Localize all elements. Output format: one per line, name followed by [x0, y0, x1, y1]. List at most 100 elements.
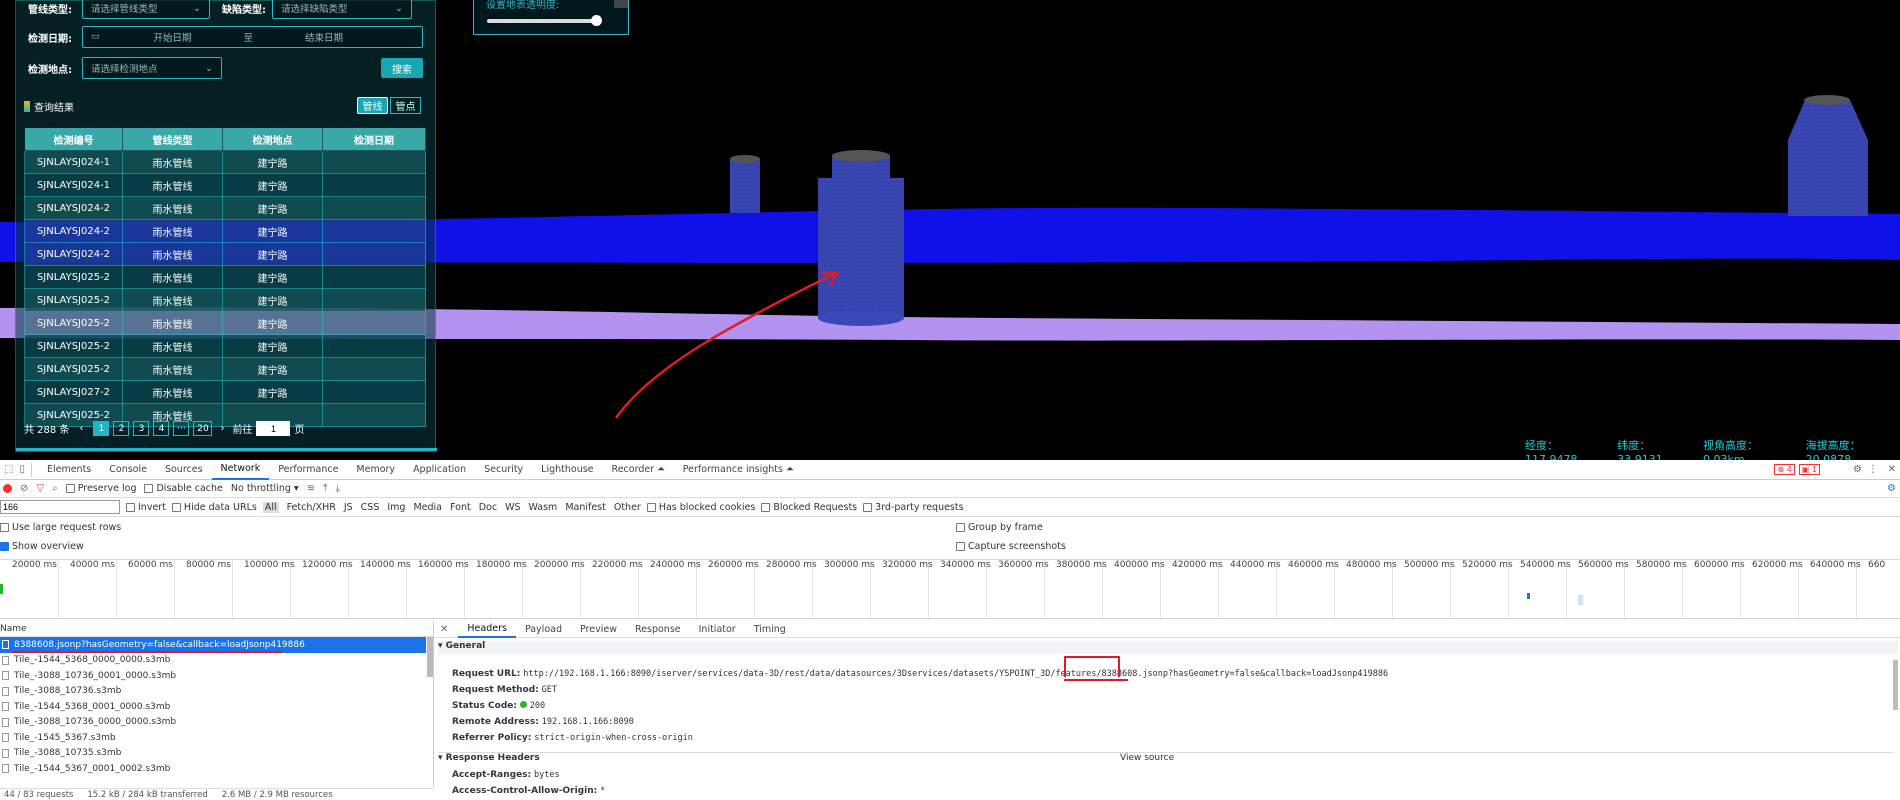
request-row[interactable]: Tile_-3088_10736_0000_0000.s3mb	[0, 715, 426, 731]
request-row[interactable]: Tile_-3088_10735.s3mb	[0, 746, 426, 762]
detail-tab-response[interactable]: Response	[626, 624, 690, 635]
blocked-cookies-checkbox[interactable]: Has blocked cookies	[646, 502, 755, 513]
warning-count-badge[interactable]: ▣ 1	[1798, 464, 1820, 475]
device-toggle-icon[interactable]: ▯	[19, 464, 25, 475]
overlay-close-corner[interactable]	[614, 0, 628, 8]
page-2[interactable]: 2	[113, 421, 130, 436]
preserve-log-checkbox[interactable]: Preserve log	[65, 483, 136, 494]
settings-gear-icon[interactable]: ⚙	[1853, 464, 1862, 475]
devtools-tab-lighthouse[interactable]: Lighthouse	[532, 464, 602, 475]
request-row[interactable]: Tile_-3088_10736.s3mb	[0, 684, 426, 700]
detail-tab-initiator[interactable]: Initiator	[690, 624, 745, 635]
devtools-tab-sources[interactable]: Sources	[156, 464, 212, 475]
transparency-slider-handle[interactable]	[591, 15, 602, 26]
hide-data-urls-checkbox[interactable]: Hide data URLs	[171, 502, 257, 513]
general-section-header[interactable]: ▾ General	[438, 641, 1898, 654]
page-ellipsis[interactable]: ···	[173, 421, 190, 436]
col-header-id[interactable]: 检测编号	[24, 127, 123, 151]
request-row[interactable]: Tile_-1545_5367.s3mb	[0, 730, 426, 746]
defect-type-select[interactable]: 请选择缺陷类型 ⌄	[272, 0, 412, 19]
request-row[interactable]: Tile_-3088_10736_0001_0000.s3mb	[0, 668, 426, 684]
throttling-select[interactable]: No throttling ▾	[231, 483, 299, 494]
location-select[interactable]: 请选择检测地点 ⌄	[82, 57, 222, 79]
toggle-point-button[interactable]: 管点	[390, 97, 421, 114]
page-20[interactable]: 20	[193, 421, 213, 436]
third-party-checkbox[interactable]: 3rd-party requests	[863, 502, 964, 513]
error-count-badge[interactable]: ⊗ 4	[1774, 464, 1795, 475]
type-filter-media[interactable]: Media	[413, 502, 442, 513]
table-row[interactable]: SJNLAYSJ024-1 雨水管线 建宁路	[24, 173, 426, 197]
next-page-icon[interactable]: ›	[220, 423, 224, 434]
type-filter-all[interactable]: All	[262, 501, 279, 513]
detail-tab-payload[interactable]: Payload	[516, 624, 571, 635]
search-icon[interactable]: ⌕	[52, 483, 58, 494]
col-header-pipe-type[interactable]: 管线类型	[122, 127, 223, 151]
toggle-pipeline-button[interactable]: 管线	[357, 97, 388, 114]
clear-icon[interactable]: ⊘	[20, 483, 28, 494]
devtools-tab-performance[interactable]: Performance	[269, 464, 347, 475]
details-scrollbar[interactable]	[1893, 660, 1898, 710]
export-har-icon[interactable]: ⤓	[335, 483, 339, 494]
table-row[interactable]: SJNLAYSJ025-2 雨水管线 建宁路	[24, 288, 426, 312]
blocked-requests-checkbox[interactable]: Blocked Requests	[761, 502, 857, 513]
type-filter-js[interactable]: JS	[344, 502, 353, 513]
prev-page-icon[interactable]: ‹	[79, 423, 83, 434]
devtools-tab-security[interactable]: Security	[475, 464, 532, 475]
col-header-location[interactable]: 检测地点	[222, 127, 323, 151]
col-header-date[interactable]: 检测日期	[322, 127, 426, 151]
table-row[interactable]: SJNLAYSJ027-2 雨水管线 建宁路	[24, 380, 426, 404]
table-row[interactable]: SJNLAYSJ024-2 雨水管线 建宁路	[24, 219, 426, 243]
page-3[interactable]: 3	[133, 421, 150, 436]
request-row[interactable]: Tile_-1544_5368_0001_0000.s3mb	[0, 699, 426, 715]
table-row[interactable]: SJNLAYSJ024-2 雨水管线 建宁路	[24, 196, 426, 220]
page-4[interactable]: 4	[153, 421, 170, 436]
devtools-tab-network[interactable]: Network	[211, 460, 270, 480]
search-button[interactable]: 搜索	[381, 58, 423, 78]
table-row[interactable]: SJNLAYSJ025-2 雨水管线 建宁路	[24, 311, 426, 335]
devtools-tab-console[interactable]: Console	[100, 464, 156, 475]
network-conditions-icon[interactable]: ≋	[307, 483, 315, 494]
close-details-icon[interactable]: ✕	[440, 624, 448, 635]
filter-input[interactable]	[0, 500, 120, 514]
disable-cache-checkbox[interactable]: Disable cache	[144, 483, 223, 494]
type-filter-img[interactable]: Img	[387, 502, 405, 513]
devtools-tab-memory[interactable]: Memory	[347, 464, 404, 475]
request-row[interactable]: Tile_-1544_5367_0001_0002.s3mb	[0, 761, 426, 777]
record-icon[interactable]	[3, 484, 12, 493]
devtools-tab-performance-insights[interactable]: Performance insights ⏶	[674, 464, 803, 475]
devtools-settings-icon[interactable]: ⚙	[1887, 483, 1896, 494]
close-devtools-icon[interactable]: ✕	[1888, 464, 1896, 475]
capture-screenshots-checkbox[interactable]: Capture screenshots	[956, 541, 1066, 552]
table-row[interactable]: SJNLAYSJ025-2 雨水管线 建宁路	[24, 357, 426, 381]
group-by-frame-checkbox[interactable]: Group by frame	[956, 522, 1043, 533]
request-list-scrollbar[interactable]	[427, 637, 433, 677]
type-filter-fetch-xhr[interactable]: Fetch/XHR	[287, 502, 336, 513]
type-filter-other[interactable]: Other	[614, 502, 641, 513]
request-row[interactable]: Tile_-1544_5368_0000_0000.s3mb	[0, 653, 426, 669]
view-source-link[interactable]: View source	[1120, 753, 1174, 763]
type-filter-wasm[interactable]: Wasm	[529, 502, 558, 513]
detail-tab-preview[interactable]: Preview	[571, 624, 626, 635]
transparency-slider[interactable]	[487, 19, 597, 23]
goto-page-input[interactable]	[256, 421, 291, 436]
devtools-tab-application[interactable]: Application	[404, 464, 475, 475]
devtools-tab-recorder[interactable]: Recorder ⏶	[603, 464, 674, 475]
type-filter-doc[interactable]: Doc	[479, 502, 497, 513]
panel-scrollbar[interactable]	[16, 448, 437, 451]
date-range-picker[interactable]: ▭ 开始日期 至 结束日期	[82, 26, 423, 48]
detail-tab-timing[interactable]: Timing	[745, 624, 795, 635]
devtools-tab-elements[interactable]: Elements	[38, 464, 100, 475]
more-menu-icon[interactable]: ⋮	[1868, 464, 1878, 475]
type-filter-manifest[interactable]: Manifest	[565, 502, 606, 513]
table-row[interactable]: SJNLAYSJ025-2 雨水管线 建宁路	[24, 265, 426, 289]
table-row[interactable]: SJNLAYSJ025-2 雨水管线 建宁路	[24, 334, 426, 358]
name-column-header[interactable]: Name	[0, 621, 433, 637]
page-1[interactable]: 1	[93, 421, 110, 436]
type-filter-font[interactable]: Font	[450, 502, 471, 513]
show-overview-checkbox[interactable]: Show overview	[0, 541, 84, 552]
table-row[interactable]: SJNLAYSJ024-1 雨水管线 建宁路	[24, 150, 426, 174]
inspect-icon[interactable]: ⬚	[4, 464, 13, 475]
large-rows-checkbox[interactable]: Use large request rows	[0, 522, 121, 533]
import-har-icon[interactable]: ⤒	[323, 483, 327, 494]
filter-icon[interactable]: ▽	[36, 483, 44, 494]
